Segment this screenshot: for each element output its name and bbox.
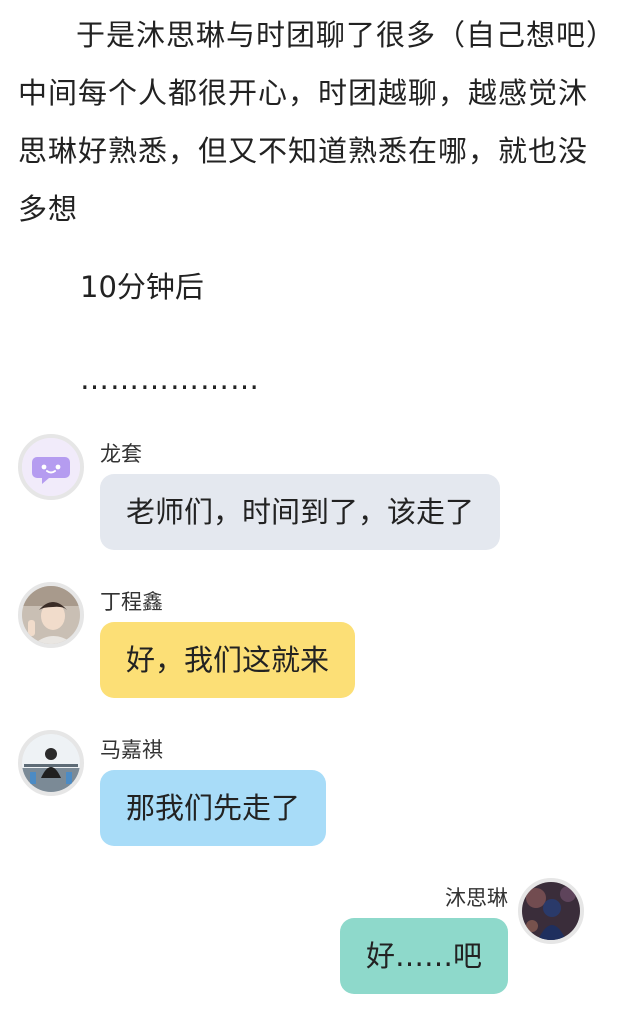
chat-message-4: 沐思琳 好……吧 (0, 874, 640, 1004)
sender-name: 丁程鑫 (100, 590, 163, 614)
avatar-musilin[interactable] (518, 878, 584, 944)
sender-name: 马嘉祺 (100, 738, 163, 762)
story-paragraph: 于是沐思琳与时团聊了很多（自己想吧）中间每个人都很开心，时团越聊，越感觉沐思琳好… (18, 18, 602, 226)
message-bubble[interactable]: 那我们先走了 (100, 770, 327, 846)
avatar-majiaqi[interactable] (18, 730, 84, 796)
person-photo-icon (22, 586, 80, 644)
time-note: 10分钟后 (80, 270, 204, 304)
message-bubble[interactable]: 好，我们这就来 (100, 622, 356, 698)
avatar-longtao[interactable] (18, 434, 84, 500)
story-paragraph-block: 于是沐思琳与时团聊了很多（自己想吧）中间每个人都很开心，时团越聊，越感觉沐思琳好… (18, 6, 608, 238)
chat-message-2: 丁程鑫 好，我们这就来 (0, 578, 640, 708)
ellipsis-divider: ……………… (80, 362, 260, 396)
sender-name: 沐思琳 (445, 886, 508, 910)
message-bubble[interactable]: 老师们，时间到了，该走了 (100, 474, 501, 550)
sender-name: 龙套 (100, 442, 142, 466)
chat-message-1: 龙套 老师们，时间到了，该走了 (0, 430, 640, 560)
person-photo-icon (22, 734, 80, 792)
message-bubble[interactable]: 好……吧 (339, 918, 508, 994)
chat-message-3: 马嘉祺 那我们先走了 (0, 726, 640, 856)
chat-bubble-icon (22, 438, 80, 496)
person-photo-icon (522, 882, 580, 940)
avatar-dingchengxin[interactable] (18, 582, 84, 648)
